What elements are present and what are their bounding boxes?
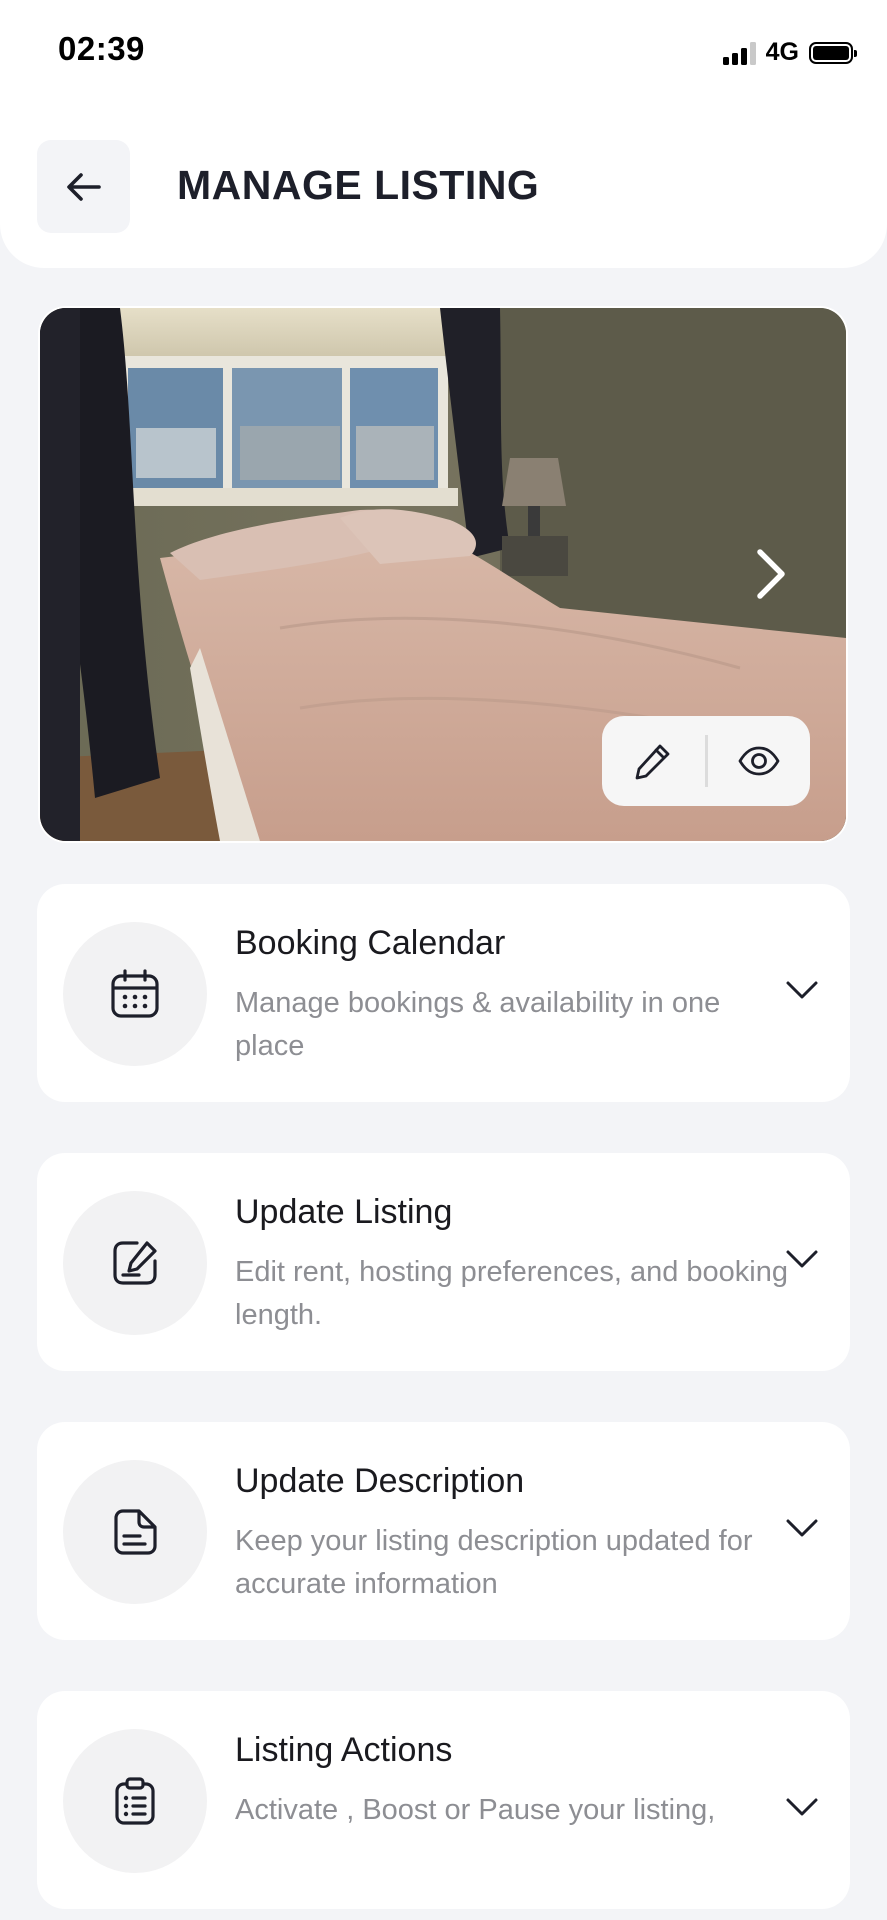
battery-icon: [809, 41, 857, 64]
icon-circle: [63, 1191, 207, 1335]
icon-circle: [63, 1460, 207, 1604]
card-title: Update Listing: [235, 1193, 453, 1231]
eye-icon: [738, 746, 780, 776]
icon-circle: [63, 1729, 207, 1873]
page-title: MANAGE LISTING: [177, 162, 540, 208]
signal-icon: [722, 41, 756, 65]
network-label: 4G: [765, 38, 799, 66]
chevron-down-icon[interactable]: [784, 978, 820, 1002]
chevron-down-icon[interactable]: [784, 1247, 820, 1271]
edit-photo-button[interactable]: [602, 716, 705, 806]
edit-square-icon: [113, 1241, 157, 1285]
icon-circle: [63, 922, 207, 1066]
card-title: Update Description: [235, 1462, 525, 1500]
listing-photo[interactable]: [40, 308, 846, 841]
back-button[interactable]: [37, 140, 130, 233]
listing-actions-card[interactable]: Listing Actions Activate , Boost or Paus…: [37, 1691, 850, 1909]
booking-calendar-card[interactable]: Booking Calendar Manage bookings & avail…: [37, 884, 850, 1102]
top-panel: 02:39 4G MANAGE LISTING: [0, 0, 887, 268]
clipboard-list-icon: [115, 1777, 155, 1825]
chevron-down-icon[interactable]: [784, 1516, 820, 1540]
chevron-right-icon[interactable]: [750, 544, 794, 604]
photo-actions: [602, 716, 810, 806]
card-title: Listing Actions: [235, 1731, 453, 1769]
status-time: 02:39: [58, 30, 145, 67]
pencil-icon: [635, 744, 670, 780]
document-icon: [114, 1509, 157, 1555]
card-description: Edit rent, hosting preferences, and book…: [235, 1256, 788, 1331]
card-description: Manage bookings & availability in one pl…: [235, 987, 721, 1062]
view-photo-button[interactable]: [708, 716, 811, 806]
calendar-icon: [111, 969, 159, 1018]
chevron-down-icon[interactable]: [784, 1795, 820, 1819]
card-title: Booking Calendar: [235, 924, 506, 962]
card-description: Activate , Boost or Pause your listing,: [235, 1794, 716, 1826]
update-description-card[interactable]: Update Description Keep your listing des…: [37, 1422, 850, 1640]
update-listing-card[interactable]: Update Listing Edit rent, hosting prefer…: [37, 1153, 850, 1371]
card-description: Keep your listing description updated fo…: [235, 1525, 753, 1600]
status-indicators: 4G: [722, 38, 857, 67]
arrow-left-icon: [66, 172, 101, 201]
